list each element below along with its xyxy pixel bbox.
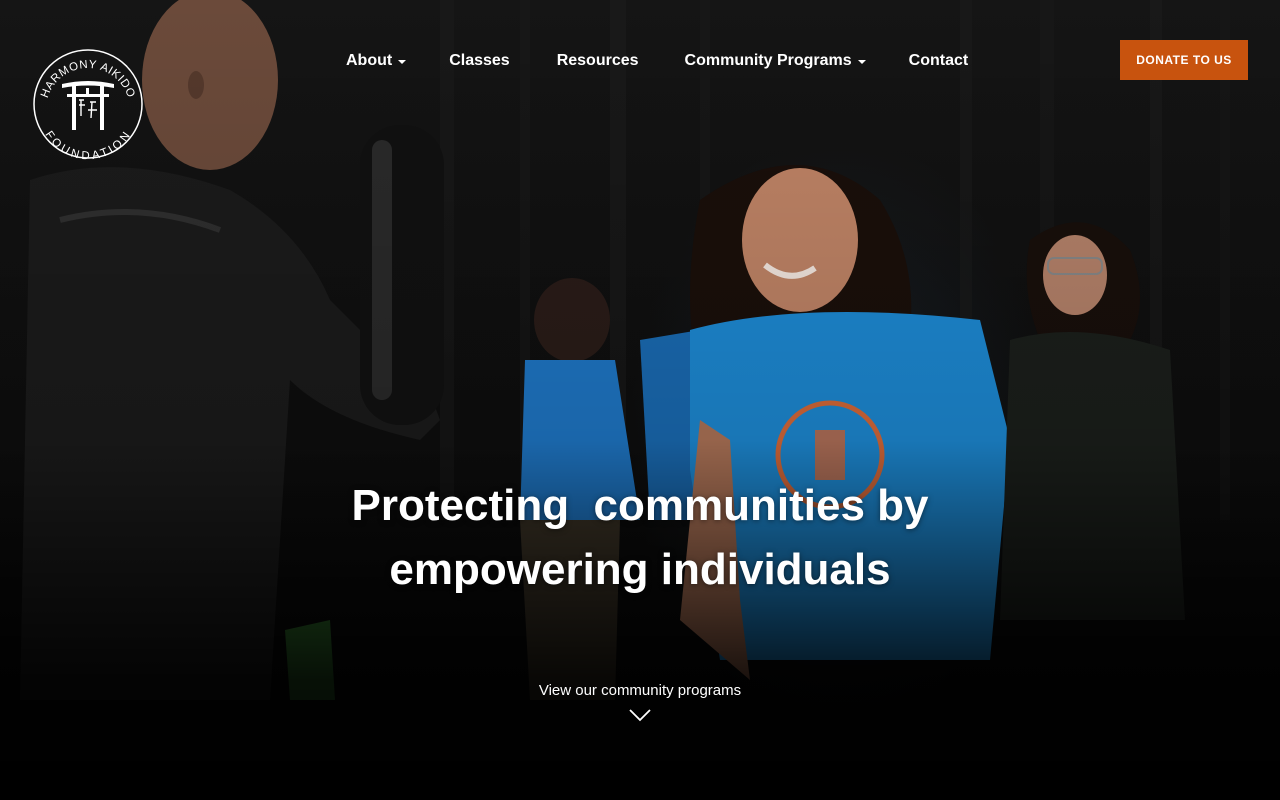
nav-item-resources[interactable]: Resources: [557, 52, 639, 70]
nav-item-about-label: About: [346, 52, 393, 69]
hero-headline-line-2: empowering individuals: [389, 545, 891, 594]
torii-gate-icon: [62, 81, 114, 130]
main-nav: About Classes Resources Community Progra…: [346, 50, 968, 72]
nav-item-resources-label: Resources: [556, 52, 639, 69]
hero-gradient-overlay: [0, 0, 1280, 800]
caret-down-icon: [857, 60, 866, 64]
nav-item-classes-label: Classes: [449, 52, 510, 69]
harmony-aikido-logo[interactable]: HARMONY AIKIDO FOUNDATION: [32, 48, 144, 160]
chevron-down-icon[interactable]: [628, 708, 652, 722]
hero-headline-line-1: Protecting communities by: [351, 481, 929, 530]
donate-button[interactable]: DONATE TO US: [1120, 40, 1248, 80]
nav-item-community-programs-label: Community Programs: [684, 52, 852, 69]
logo-text-bottom: FOUNDATION: [42, 129, 132, 160]
nav-item-classes[interactable]: Classes: [449, 52, 510, 70]
caret-down-icon: [398, 60, 407, 64]
nav-item-contact[interactable]: Contact: [909, 52, 969, 70]
nav-item-contact-label: Contact: [908, 52, 969, 69]
view-community-programs-link[interactable]: View our community programs: [440, 682, 840, 699]
nav-item-about[interactable]: About: [346, 52, 407, 70]
nav-item-community-programs[interactable]: Community Programs: [685, 52, 866, 70]
svg-text:FOUNDATION: FOUNDATION: [42, 129, 133, 160]
hero-headline: Protecting communities by empowering ind…: [290, 474, 990, 602]
hero-section: HARMONY AIKIDO FOUNDATION About Classes …: [0, 0, 1280, 800]
